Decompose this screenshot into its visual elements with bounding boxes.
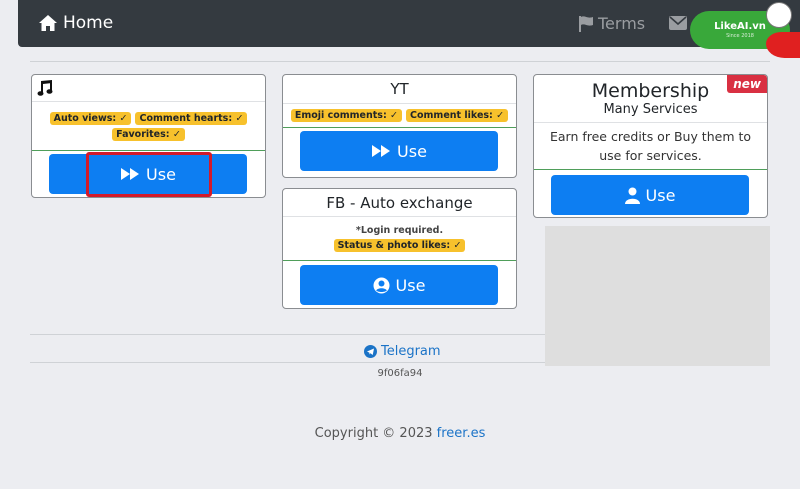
login-note: *Login required. <box>355 225 444 236</box>
mail-icon[interactable] <box>669 16 687 30</box>
yt-card-features: Emoji comments: ✓ Comment likes: ✓ <box>283 104 516 128</box>
feature-tag: Favorites: ✓ <box>112 127 185 141</box>
copyright-text: Copyright © 2023 <box>314 426 433 441</box>
yt-card-header: YT <box>283 75 516 104</box>
feature-tag: Status & photo likes: ✓ <box>333 239 466 252</box>
highlight-box <box>86 152 212 197</box>
music-card-header <box>32 75 265 102</box>
feature-tag: Comment hearts: ✓ <box>135 111 248 125</box>
fb-card-header: FB - Auto exchange <box>283 189 516 217</box>
membership-description: Earn free credits or Buy them to use for… <box>549 129 752 163</box>
footer-divider <box>30 362 545 363</box>
home-link[interactable]: Home <box>38 13 113 33</box>
user-circle-icon <box>373 277 390 293</box>
ad-placeholder <box>545 226 770 366</box>
home-icon <box>39 15 57 31</box>
logo-text: LikeAI.vn <box>714 21 766 32</box>
fast-forward-icon <box>372 145 391 157</box>
terms-label: Terms <box>598 14 646 33</box>
feature-tag: Emoji comments: ✓ <box>290 109 403 122</box>
fb-card-features: *Login required. Status & photo likes: ✓ <box>283 217 516 261</box>
fb-card-title: FB - Auto exchange <box>326 193 473 212</box>
use-label: Use <box>397 141 427 161</box>
yt-card-title: YT <box>390 80 409 98</box>
home-label: Home <box>63 13 114 33</box>
membership-subtitle: Many Services <box>603 102 698 117</box>
telegram-link[interactable]: Telegram <box>364 344 441 359</box>
copyright: Copyright © 2023 freer.es <box>0 426 800 441</box>
footer-divider <box>30 334 545 335</box>
build-hash: 9f06fa94 <box>377 368 423 379</box>
red-decoration <box>766 32 800 58</box>
terms-link[interactable]: Terms <box>578 14 645 33</box>
yt-use-button[interactable]: Use <box>300 131 498 171</box>
music-card-features: Auto views: ✓ Comment hearts: ✓ Favorite… <box>32 102 265 151</box>
fb-use-button[interactable]: Use <box>300 265 498 305</box>
feature-tag: Comment likes: ✓ <box>406 109 509 122</box>
music-note-icon <box>37 79 53 96</box>
user-icon <box>624 187 640 204</box>
telegram-icon <box>364 345 377 358</box>
corner-decoration <box>766 2 792 28</box>
membership-title: Membership <box>591 80 710 102</box>
flag-icon <box>579 16 593 32</box>
use-label: Use <box>395 275 426 295</box>
telegram-label: Telegram <box>381 344 441 359</box>
use-label: Use <box>645 185 676 205</box>
membership-card-description: Earn free credits or Buy them to use for… <box>534 123 767 170</box>
membership-use-button[interactable]: Use <box>551 175 749 215</box>
top-divider <box>30 61 770 62</box>
logo-subtext: Since 2018 <box>726 33 754 39</box>
feature-tag: Auto views: ✓ <box>49 111 132 125</box>
copyright-link[interactable]: freer.es <box>437 426 486 441</box>
top-navbar: Home Terms <box>18 0 800 47</box>
new-badge: new <box>727 75 767 93</box>
